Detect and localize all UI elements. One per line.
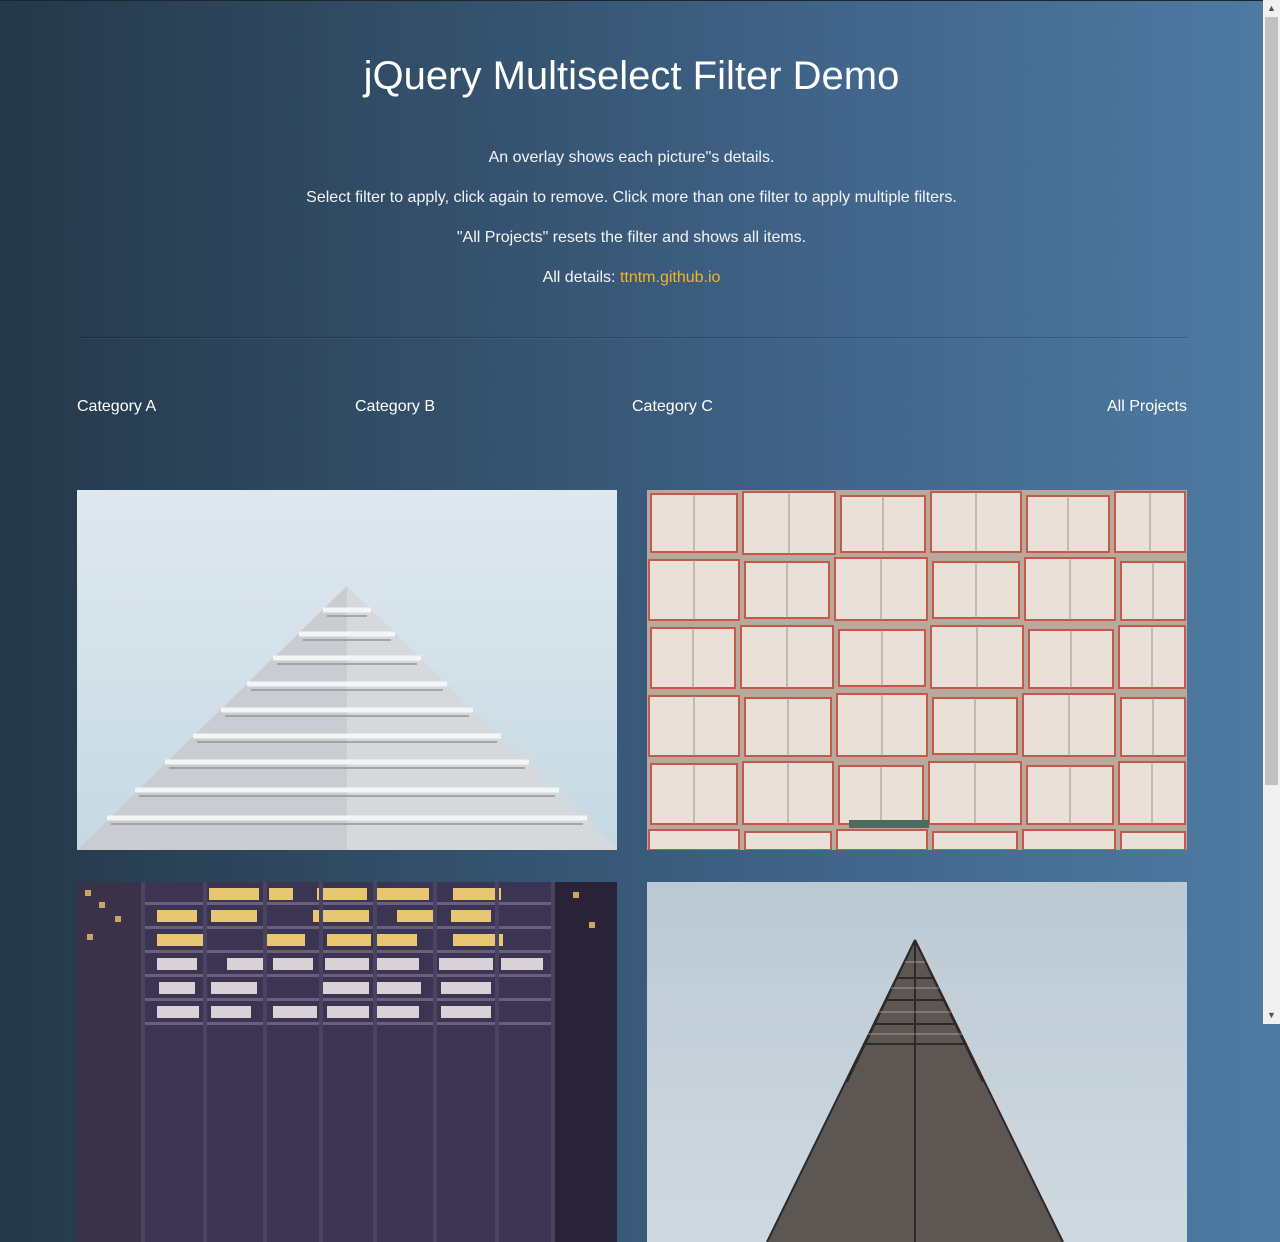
filter-category-b[interactable]: Category B (355, 397, 435, 417)
open-books-wall-photo (647, 490, 1187, 850)
description-reset: "All Projects" resets the filter and sho… (456, 229, 807, 246)
header-divider (77, 337, 1187, 338)
filter-category-c[interactable]: Category C (632, 397, 713, 417)
details-label: All details: (542, 269, 620, 286)
gallery-item-4[interactable] (647, 882, 1187, 1242)
glass-pyramid-building-photo (647, 882, 1187, 1242)
gallery-item-1[interactable] (77, 490, 617, 850)
white-pyramid-building-photo (77, 490, 617, 850)
description-filters: Select filter to apply, click again to r… (306, 189, 957, 206)
page: jQuery Multiselect Filter Demo An overla… (0, 0, 1263, 1242)
description-overlay: An overlay shows each picture"s details. (488, 149, 775, 166)
scroll-up-arrow-icon[interactable]: ▲ (1263, 0, 1280, 17)
scrollbar-thumb[interactable] (1265, 17, 1278, 785)
night-office-building-photo (77, 882, 617, 1242)
gallery-item-3[interactable] (77, 882, 617, 1242)
details-link[interactable]: ttntm.github.io (620, 269, 721, 286)
page-title: jQuery Multiselect Filter Demo (363, 54, 900, 98)
gallery-item-2[interactable] (647, 490, 1187, 850)
filter-category-a[interactable]: Category A (77, 397, 156, 417)
vertical-scrollbar[interactable]: ▲ ▼ (1263, 0, 1280, 1024)
scroll-down-arrow-icon[interactable]: ▼ (1263, 1007, 1280, 1024)
description-details: All details: ttntm.github.io (0, 268, 1263, 288)
filter-all-projects[interactable]: All Projects (1107, 397, 1187, 417)
